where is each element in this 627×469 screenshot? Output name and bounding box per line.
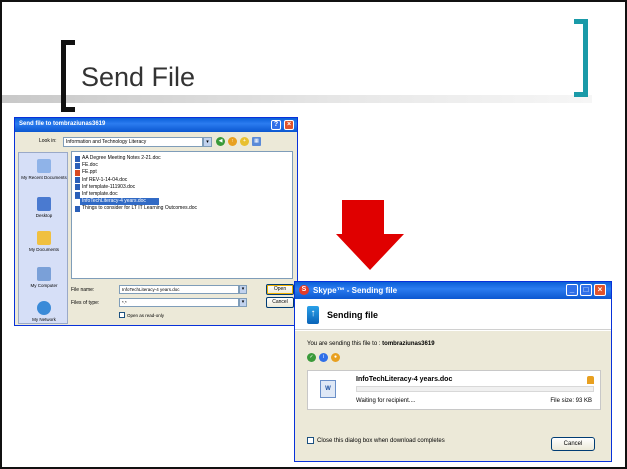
new-folder-icon[interactable]: + [240, 137, 249, 146]
open-button[interactable]: Open [266, 284, 294, 295]
maximize-icon[interactable]: □ [580, 284, 592, 296]
word-doc-icon [75, 198, 80, 205]
skype-titlebar: S Skype™ - Sending file _ □ × [295, 282, 611, 299]
send-file-dialog: Send file to tombraziunas3619 ? × Look i… [14, 117, 298, 326]
my-computer-icon [37, 267, 51, 281]
status-icons: ✓ i ● [307, 353, 340, 362]
readonly-checkbox-row[interactable]: Open as read-only [119, 312, 164, 318]
word-doc-icon [75, 155, 80, 162]
lookin-select[interactable]: Information and Technology Literacy [63, 137, 203, 147]
skype-sending-file-dialog: S Skype™ - Sending file _ □ × ↑ Sending … [294, 281, 612, 462]
cancel-button[interactable]: Cancel [266, 297, 294, 308]
back-icon[interactable]: ◀ [216, 137, 225, 146]
right-bracket-decoration [574, 19, 588, 97]
word-doc-icon [75, 177, 80, 184]
list-item-selected[interactable]: InfoTechLiteracy-4 years.doc [75, 198, 159, 206]
sending-file-heading: Sending file [327, 310, 379, 320]
close-icon[interactable]: × [284, 120, 294, 130]
word-doc-icon [75, 162, 80, 169]
close-when-done-checkbox[interactable] [307, 437, 314, 444]
powerpoint-icon [75, 169, 80, 176]
filetype-label: Files of type: [71, 300, 100, 306]
close-when-done-row[interactable]: Close this dialog box when download comp… [307, 437, 445, 444]
minimize-icon[interactable]: _ [566, 284, 578, 296]
skype-body: You are sending this file to : tombraziu… [295, 331, 611, 461]
file-transfer-panel: W InfoTechLiteracy-4 years.doc Waiting f… [307, 370, 601, 410]
chevron-down-icon[interactable]: ▾ [203, 137, 212, 147]
readonly-checkbox[interactable] [119, 312, 125, 318]
filename-label: File name: [71, 287, 95, 293]
sending-to-text: You are sending this file to : tombraziu… [307, 341, 435, 347]
list-item[interactable]: FE.doc [75, 162, 289, 169]
place-desktop[interactable]: Desktop [19, 197, 69, 218]
info-icon: i [319, 353, 328, 362]
place-my-documents[interactable]: My Documents [19, 231, 69, 252]
list-item[interactable]: FE.ppt [75, 169, 289, 176]
chevron-down-icon[interactable]: ▾ [239, 298, 247, 307]
red-down-arrow-icon [336, 200, 404, 270]
recipient-name: tombraziunas3619 [382, 341, 435, 347]
upload-arrow-icon: ↑ [307, 306, 319, 324]
recent-documents-icon [37, 159, 51, 173]
place-my-computer[interactable]: My Computer [19, 267, 69, 288]
title-band [2, 95, 592, 103]
file-size: File size: 93 KB [550, 398, 592, 404]
place-my-network[interactable]: My Network [19, 301, 69, 322]
skype-header: ↑ Sending file [295, 300, 611, 330]
word-doc-icon: W [320, 380, 336, 398]
shield-icon: ✓ [307, 353, 316, 362]
dialog-title: Send file to tombraziunas3619 [19, 121, 106, 127]
file-list[interactable]: AA Degree Meeting Notes 2-21.doc FE.doc … [71, 151, 293, 279]
slide: Send File Send file to tombraziunas3619 … [0, 0, 627, 469]
list-item[interactable]: Inf REV-1-14-04.doc [75, 177, 289, 184]
list-item[interactable]: Inf template.doc [75, 191, 289, 198]
place-recent-documents[interactable]: My Recent Documents [19, 159, 69, 180]
my-documents-icon [37, 231, 51, 245]
lock-icon [587, 376, 594, 384]
lookin-value: Information and Technology Literacy [66, 139, 147, 145]
skype-cancel-button[interactable]: Cancel [551, 437, 595, 451]
contact-icon: ● [331, 353, 340, 362]
slide-title: Send File [81, 62, 196, 92]
dialog-titlebar: Send file to tombraziunas3619 ? × [15, 118, 297, 132]
left-bracket-decoration [61, 40, 75, 112]
places-bar: My Recent Documents Desktop My Documents… [18, 152, 68, 324]
transfer-file-name: InfoTechLiteracy-4 years.doc [356, 376, 453, 383]
help-icon[interactable]: ? [271, 120, 281, 130]
views-icon[interactable]: ▦ [252, 137, 261, 146]
toolbar: ◀ ↑ + ▦ [216, 137, 261, 146]
close-icon[interactable]: × [594, 284, 606, 296]
list-item[interactable]: Things to consider for LT IT Learning Ou… [75, 205, 289, 212]
list-item[interactable]: Inf template-111903.doc [75, 184, 289, 191]
word-doc-icon [75, 191, 80, 198]
filetype-select[interactable]: *.* [119, 298, 239, 307]
filename-input[interactable]: InfoTechLiteracy-4 years.doc [119, 285, 239, 294]
progress-bar [356, 386, 594, 392]
transfer-status: Waiting for recipient.... [356, 398, 416, 404]
lookin-label: Look in: [39, 138, 57, 144]
word-doc-icon [75, 205, 80, 212]
desktop-icon [37, 197, 51, 211]
list-item[interactable]: AA Degree Meeting Notes 2-21.doc [75, 155, 289, 162]
skype-dialog-title: Skype™ - Sending file [313, 286, 398, 295]
skype-logo-icon: S [299, 285, 309, 295]
my-network-icon [37, 301, 51, 315]
word-doc-icon [75, 184, 80, 191]
up-folder-icon[interactable]: ↑ [228, 137, 237, 146]
chevron-down-icon[interactable]: ▾ [239, 285, 247, 294]
